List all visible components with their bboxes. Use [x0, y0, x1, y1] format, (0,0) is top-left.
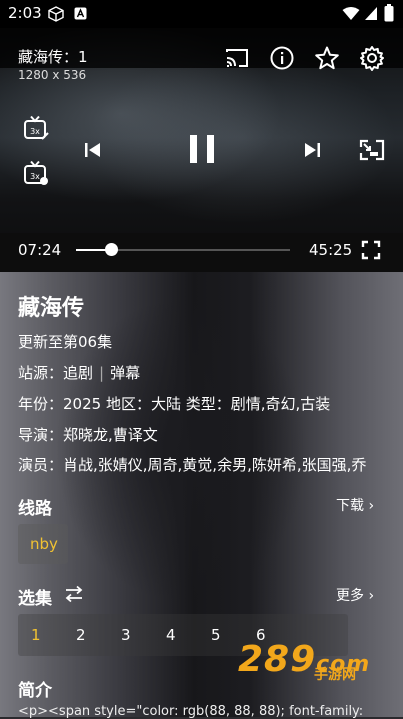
- show-title: 藏海传: [18, 296, 85, 321]
- cube-icon: [48, 6, 64, 22]
- watermark-number: 289: [238, 639, 317, 680]
- info-icon[interactable]: [269, 45, 295, 71]
- source-divider: |: [99, 364, 105, 382]
- episode-item[interactable]: 2: [76, 626, 86, 644]
- star-icon[interactable]: [314, 45, 340, 71]
- svg-text:3x: 3x: [30, 127, 40, 136]
- status-time: 2:03: [8, 4, 42, 22]
- cast-info: 演员：肖战,张婧仪,周奇,黄觉,余男,陈妍希,张国强,乔: [18, 456, 367, 474]
- total-time: 45:25: [309, 241, 353, 259]
- tv-speed-icon[interactable]: 3x: [23, 115, 49, 141]
- battery-icon: [384, 4, 394, 22]
- update-status: 更新至第06集: [18, 333, 113, 351]
- wifi-icon: [342, 7, 360, 20]
- chevron-right-icon: ›: [368, 588, 375, 604]
- episodes-heading: 选集: [18, 589, 52, 609]
- settings-icon[interactable]: [359, 45, 385, 71]
- source-row: 站源：追剧 | 弹幕: [18, 362, 140, 383]
- download-label: 下载: [336, 498, 364, 514]
- cast-icon[interactable]: [224, 45, 250, 71]
- source-option-main[interactable]: 追剧: [63, 364, 93, 382]
- svg-text:3x: 3x: [30, 172, 40, 181]
- episode-item[interactable]: 1: [31, 626, 41, 644]
- previous-icon[interactable]: [77, 134, 109, 166]
- meta-info: 年份：2025 地区：大陆 类型：剧情,奇幻,古装: [18, 395, 331, 413]
- video-title: 藏海传：1: [18, 48, 88, 66]
- seek-thumb[interactable]: [105, 243, 118, 256]
- episode-item[interactable]: 3: [121, 626, 131, 644]
- app-a-icon: [74, 7, 87, 20]
- route-chip-label: nby: [30, 535, 58, 553]
- signal-icon: [365, 7, 377, 20]
- chevron-right-icon: ›: [368, 498, 375, 514]
- route-chip[interactable]: nby: [18, 524, 68, 564]
- intro-heading: 简介: [18, 681, 52, 701]
- more-episodes-label: 更多: [336, 588, 364, 604]
- swap-order-icon[interactable]: [64, 585, 84, 603]
- routes-heading: 线路: [18, 499, 52, 519]
- fullscreen-icon[interactable]: [361, 240, 381, 260]
- pause-icon[interactable]: [184, 131, 220, 167]
- director-info: 导演：郑晓龙,曹译文: [18, 426, 158, 444]
- status-bar: 2:03: [0, 0, 403, 28]
- more-episodes-link[interactable]: 更多 ›: [336, 585, 374, 605]
- source-label: 站源：: [18, 364, 64, 382]
- pip-icon[interactable]: [356, 134, 388, 166]
- episode-item[interactable]: 5: [211, 626, 221, 644]
- watermark-sub: 手游网: [314, 667, 356, 683]
- current-time: 07:24: [18, 241, 62, 259]
- next-icon[interactable]: [296, 134, 328, 166]
- source-option-danmaku[interactable]: 弹幕: [110, 364, 140, 382]
- tv-skip-icon[interactable]: 3x: [23, 160, 49, 186]
- download-link[interactable]: 下载 ›: [336, 495, 374, 515]
- video-resolution: 1280 x 536: [18, 68, 87, 82]
- episode-item[interactable]: 4: [166, 626, 176, 644]
